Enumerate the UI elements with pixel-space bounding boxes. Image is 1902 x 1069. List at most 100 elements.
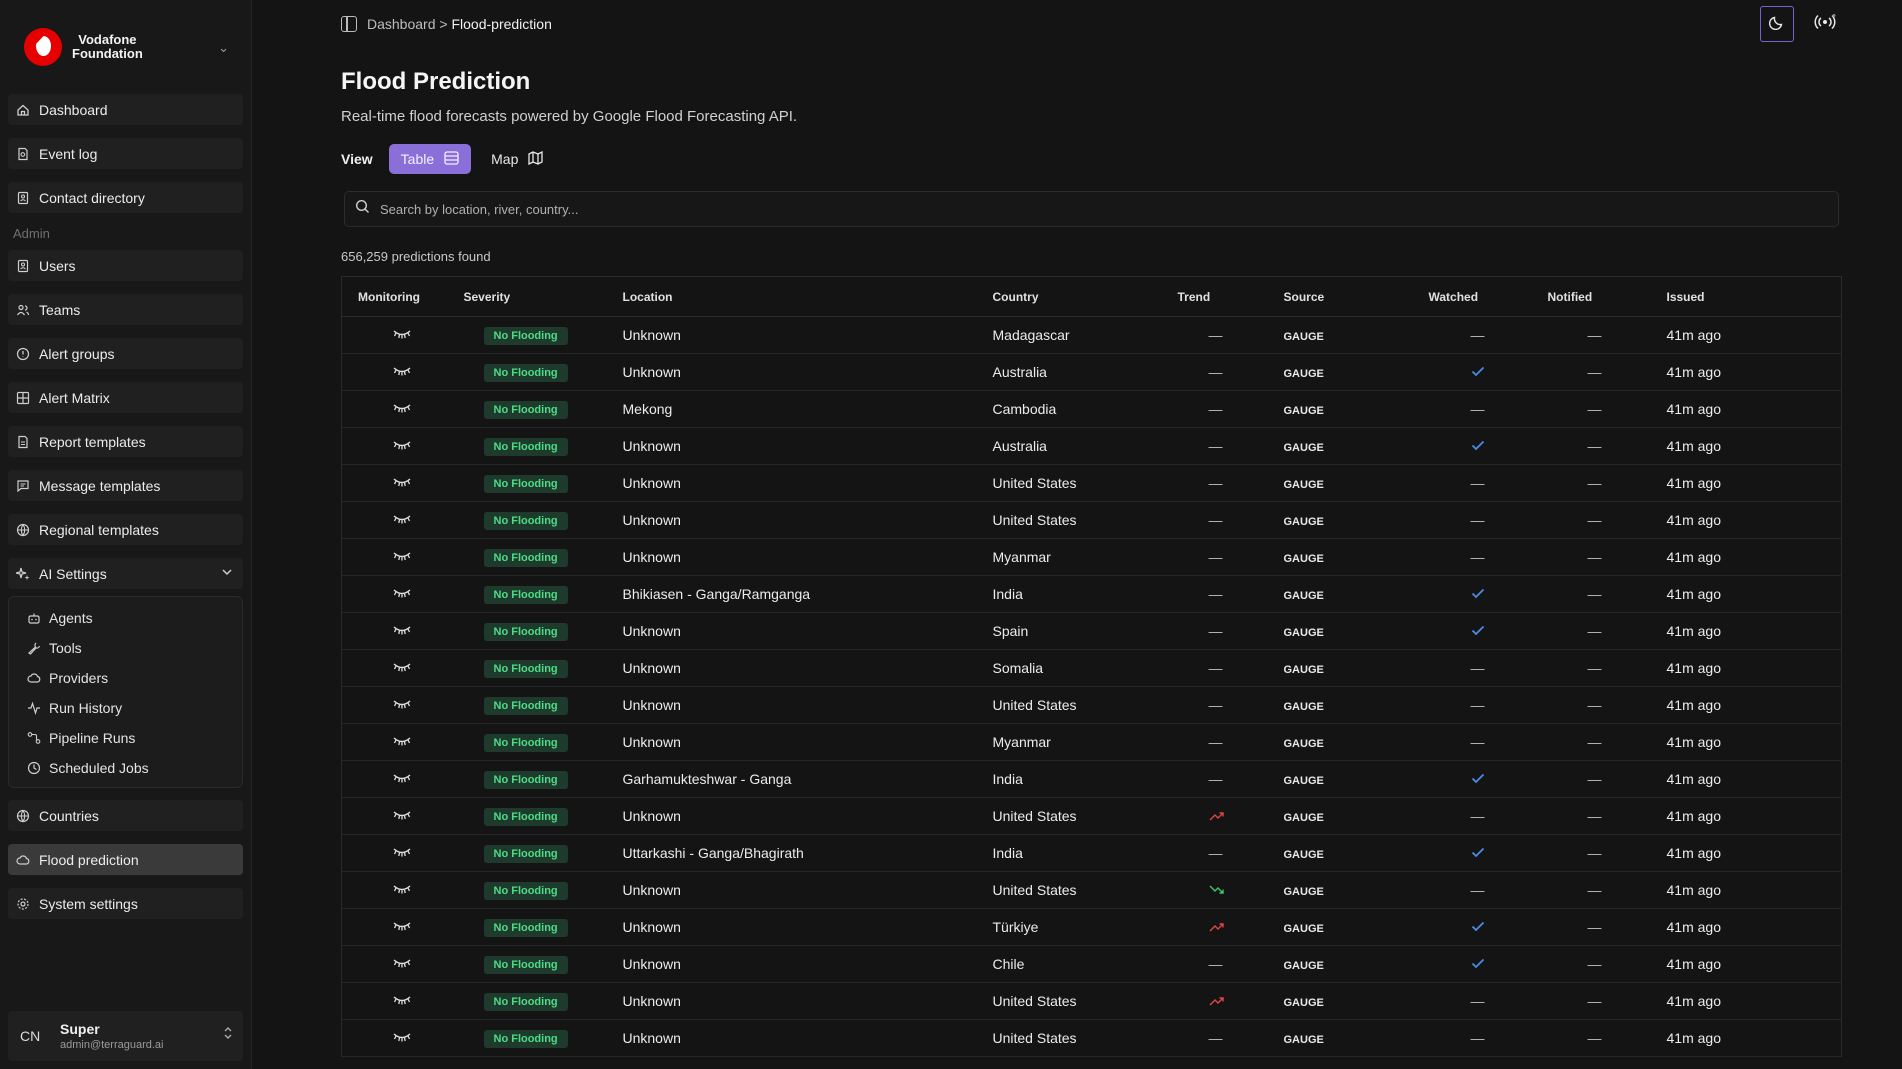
watched-cell[interactable]: — (1429, 650, 1548, 687)
sidebar-item-agents[interactable]: Agents (9, 603, 242, 633)
theme-toggle-button[interactable] (1760, 6, 1794, 42)
table-row[interactable]: No Flooding Unknown Myanmar — GAUGE — — 41m ago (341, 539, 1842, 576)
sidebar-item-countries[interactable]: Countries (8, 800, 243, 831)
sidebar-item-contact-directory[interactable]: Contact directory (8, 182, 243, 213)
column-header-severity[interactable]: Severity (463, 276, 623, 317)
table-row[interactable]: No Flooding Unknown Australia — GAUGE — 41m ag… (341, 428, 1842, 465)
watched-cell[interactable]: — (1429, 798, 1548, 835)
table-row[interactable]: No Flooding Unknown United States — GAUGE — — 4… (341, 1020, 1842, 1057)
column-header-source[interactable]: Source (1283, 276, 1429, 317)
table-row[interactable]: No Flooding Unknown Chile — GAUGE — 41m ago (341, 946, 1842, 983)
watched-cell[interactable]: — (1429, 502, 1548, 539)
column-header-trend[interactable]: Trend (1177, 276, 1284, 317)
watched-cell[interactable]: — (1429, 465, 1548, 502)
watched-cell[interactable]: — (1429, 872, 1548, 909)
sidebar-item-report-templates[interactable]: Report templates (8, 426, 243, 457)
eye-closed-icon[interactable] (392, 401, 412, 417)
sidebar-item-alert-groups[interactable]: Alert groups (8, 338, 243, 369)
sidebar-item-providers[interactable]: Providers (9, 663, 242, 693)
brand-switcher[interactable]: Vodafone Foundation ⌄ (8, 0, 243, 94)
column-header-location[interactable]: Location (622, 276, 993, 317)
sidebar-item-label: Countries (39, 807, 99, 824)
eye-closed-icon[interactable] (392, 697, 412, 713)
table-row[interactable]: No Flooding Bhikiasen - Ganga/Ramganga Ind… (341, 576, 1842, 613)
table-row[interactable]: No Flooding Unknown United States GAUGE — — 41… (341, 872, 1842, 909)
sidebar-item-tools[interactable]: Tools (9, 633, 242, 663)
eye-closed-icon[interactable] (392, 771, 412, 787)
watched-cell[interactable] (1429, 909, 1548, 946)
column-header-country[interactable]: Country (992, 276, 1178, 317)
sidebar-item-teams[interactable]: Teams (8, 294, 243, 325)
table-row[interactable]: No Flooding Unknown United States GAUGE — — 41… (341, 983, 1842, 1020)
eye-closed-icon[interactable] (392, 438, 412, 454)
table-row[interactable]: No Flooding Unknown Türkiye GAUGE — 41m ago (341, 909, 1842, 946)
column-header-notified[interactable]: Notified (1547, 276, 1667, 317)
eye-closed-icon[interactable] (392, 475, 412, 491)
watched-cell[interactable]: — (1429, 317, 1548, 354)
column-header-monitoring[interactable]: Monitoring (341, 276, 464, 317)
table-row[interactable]: No Flooding Unknown Myanmar — GAUGE — — 41m ago (341, 724, 1842, 761)
sidebar-item-run-history[interactable]: Run History (9, 693, 242, 723)
table-row[interactable]: No Flooding Mekong Cambodia — GAUGE — — 41m ago (341, 391, 1842, 428)
sidebar-item-scheduled-jobs[interactable]: Scheduled Jobs (9, 753, 242, 783)
broadcast-button[interactable] (1808, 6, 1842, 42)
sidebar-item-message-templates[interactable]: Message templates (8, 470, 243, 501)
eye-closed-icon[interactable] (392, 808, 412, 824)
eye-closed-icon[interactable] (392, 660, 412, 676)
table-row[interactable]: No Flooding Unknown United States — GAUGE — — 4… (341, 465, 1842, 502)
view-map-button[interactable]: Map (479, 144, 555, 174)
eye-closed-icon[interactable] (392, 882, 412, 898)
watched-cell[interactable]: — (1429, 983, 1548, 1020)
watched-cell[interactable] (1429, 946, 1548, 983)
column-header-issued[interactable]: Issued (1666, 276, 1842, 317)
sidebar-item-event-log[interactable]: Event log (8, 138, 243, 169)
watched-cell[interactable] (1429, 354, 1548, 391)
sidebar-item-flood-prediction[interactable]: Flood prediction (8, 844, 243, 875)
sidebar-item-regional-templates[interactable]: Regional templates (8, 514, 243, 545)
eye-closed-icon[interactable] (392, 364, 412, 380)
eye-closed-icon[interactable] (392, 993, 412, 1009)
watched-cell[interactable] (1429, 761, 1548, 798)
watched-cell[interactable]: — (1429, 724, 1548, 761)
sidebar-item-dashboard[interactable]: Dashboard (8, 94, 243, 125)
eye-closed-icon[interactable] (392, 845, 412, 861)
source-cell: GAUGE (1283, 738, 1324, 750)
table-row[interactable]: No Flooding Unknown United States — GAUGE — — 4… (341, 687, 1842, 724)
table-row[interactable]: No Flooding Unknown Madagascar — GAUGE — — 41m … (341, 317, 1842, 354)
sidebar-item-pipeline-runs[interactable]: Pipeline Runs (9, 723, 242, 753)
table-row[interactable]: No Flooding Uttarkashi - Ganga/Bhagirath I… (341, 835, 1842, 872)
table-row[interactable]: No Flooding Unknown Somalia — GAUGE — — 41m ago (341, 650, 1842, 687)
eye-closed-icon[interactable] (392, 512, 412, 528)
user-menu[interactable]: CN Super admin@terraguard.ai (8, 1011, 243, 1061)
watched-cell[interactable]: — (1429, 391, 1548, 428)
sidebar-item-system-settings[interactable]: System settings (8, 888, 243, 919)
column-header-watched[interactable]: Watched (1428, 276, 1548, 317)
watched-cell[interactable] (1429, 428, 1548, 465)
watched-cell[interactable] (1429, 613, 1548, 650)
search-input[interactable] (380, 201, 1838, 217)
sidebar-item-alert-matrix[interactable]: Alert Matrix (8, 382, 243, 413)
sidebar-item-users[interactable]: Users (8, 250, 243, 281)
table-row[interactable]: No Flooding Garhamukteshwar - Ganga India —… (341, 761, 1842, 798)
eye-closed-icon[interactable] (392, 549, 412, 565)
breadcrumb-dashboard[interactable]: Dashboard (367, 16, 436, 32)
watched-cell[interactable] (1429, 576, 1548, 613)
view-table-button[interactable]: Table (388, 144, 472, 174)
table-row[interactable]: No Flooding Unknown United States GAUGE — — 41… (341, 798, 1842, 835)
watched-cell[interactable] (1429, 835, 1548, 872)
eye-closed-icon[interactable] (392, 734, 412, 750)
sidebar-item-ai-settings[interactable]: AI Settings (8, 558, 243, 589)
watched-cell[interactable]: — (1429, 1020, 1548, 1057)
eye-closed-icon[interactable] (392, 956, 412, 972)
toggle-sidebar-icon[interactable] (341, 16, 357, 32)
eye-closed-icon[interactable] (392, 586, 412, 602)
eye-closed-icon[interactable] (392, 919, 412, 935)
table-row[interactable]: No Flooding Unknown Australia — GAUGE — 41m ag… (341, 354, 1842, 391)
eye-closed-icon[interactable] (392, 327, 412, 343)
table-row[interactable]: No Flooding Unknown United States — GAUGE — — 4… (341, 502, 1842, 539)
eye-closed-icon[interactable] (392, 623, 412, 639)
eye-closed-icon[interactable] (392, 1030, 412, 1046)
watched-cell[interactable]: — (1429, 687, 1548, 724)
watched-cell[interactable]: — (1429, 539, 1548, 576)
table-row[interactable]: No Flooding Unknown Spain — GAUGE — 41m ago (341, 613, 1842, 650)
